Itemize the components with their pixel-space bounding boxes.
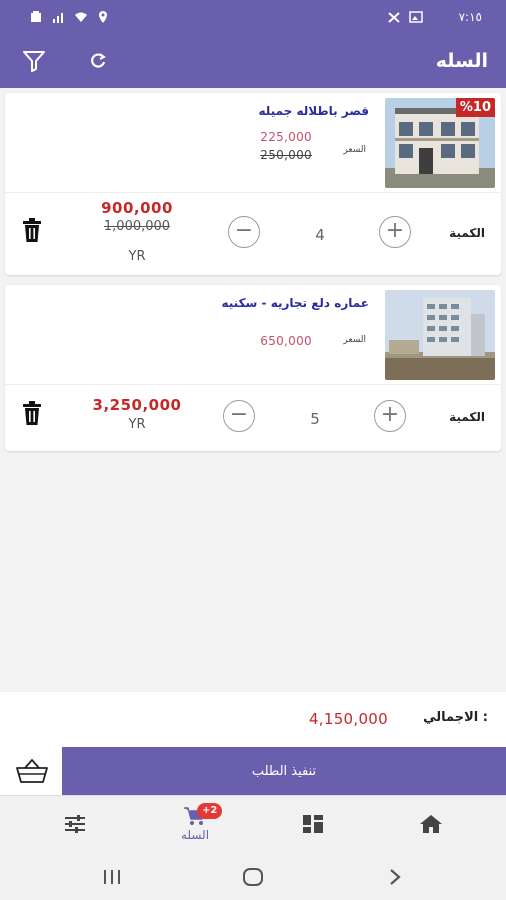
filter-icon bbox=[23, 50, 45, 72]
system-navigation bbox=[0, 853, 506, 900]
status-time: ٧:١٥ bbox=[458, 9, 482, 24]
unit-price: 650,000 bbox=[260, 334, 312, 348]
item-title[interactable]: عماره دلع تجاريه - سكنيه bbox=[222, 296, 370, 310]
bottom-navigation: +2 السله bbox=[0, 795, 506, 853]
refresh-icon bbox=[91, 52, 106, 68]
currency-label: YR bbox=[128, 249, 146, 264]
item-title[interactable]: قصر باطلاله جميله bbox=[259, 104, 369, 118]
nav-cart-label: السله bbox=[180, 828, 210, 842]
product-image[interactable] bbox=[385, 290, 495, 380]
cart-item-info: %10 قصر باطلاله جميله السعر 225,000 250,… bbox=[5, 93, 501, 193]
app-bar: السله bbox=[0, 33, 506, 88]
status-left-icons bbox=[30, 10, 110, 23]
quantity-label: الكمية bbox=[449, 226, 485, 240]
discount-badge: %10 bbox=[455, 98, 495, 117]
quantity-label: الكمية bbox=[449, 410, 485, 424]
cart-item-controls: الكمية + 5 − 3,250,000 YR bbox=[5, 385, 501, 451]
unit-old-price: 250,000 bbox=[260, 148, 312, 162]
trash-icon[interactable] bbox=[21, 217, 43, 243]
decrease-quantity-button[interactable]: − bbox=[228, 216, 260, 248]
back-icon[interactable] bbox=[375, 865, 415, 889]
recent-apps-icon[interactable] bbox=[92, 865, 132, 889]
minus-icon: − bbox=[229, 402, 249, 427]
price-label: السعر bbox=[343, 335, 366, 345]
home-button-icon[interactable] bbox=[233, 865, 273, 889]
refresh-button[interactable] bbox=[84, 47, 112, 75]
basket-icon[interactable] bbox=[14, 756, 50, 786]
status-bar: ٧:١٥ bbox=[0, 0, 506, 33]
wifi-icon bbox=[75, 12, 87, 22]
currency-label: YR bbox=[128, 417, 146, 432]
quantity-value: 5 bbox=[310, 410, 320, 428]
total-label: الاجمالي : bbox=[423, 710, 488, 725]
increase-quantity-button[interactable]: + bbox=[374, 400, 406, 432]
nav-cart[interactable]: +2 السله bbox=[155, 796, 235, 854]
status-right: ٧:١٥ bbox=[387, 10, 482, 24]
place-order-button[interactable]: تنفيذ الطلب bbox=[62, 747, 506, 795]
grid-icon bbox=[303, 815, 323, 833]
cart-item-controls: الكمية + 4 − 900,000 1,000,000 YR bbox=[5, 193, 501, 275]
app-bar-actions bbox=[20, 47, 112, 75]
increase-quantity-button[interactable]: + bbox=[379, 216, 411, 248]
cart-item: %10 قصر باطلاله جميله السعر 225,000 250,… bbox=[5, 93, 501, 275]
item-total: 900,000 bbox=[101, 199, 173, 217]
sliders-icon bbox=[65, 815, 85, 833]
minus-icon: − bbox=[234, 218, 254, 243]
trash-icon[interactable] bbox=[21, 400, 43, 426]
nav-home[interactable] bbox=[391, 796, 471, 854]
page-title: السله bbox=[435, 49, 488, 72]
cart-total-row: الاجمالي : 4,150,000 bbox=[0, 692, 506, 747]
price-label: السعر bbox=[343, 145, 366, 155]
plus-icon: + bbox=[385, 218, 405, 243]
decrease-quantity-button[interactable]: − bbox=[223, 400, 255, 432]
filter-button[interactable] bbox=[20, 47, 48, 75]
plus-icon: + bbox=[380, 402, 400, 427]
cart-item: عماره دلع تجاريه - سكنيه السعر 650,000 ا… bbox=[5, 285, 501, 451]
quantity-value: 4 bbox=[315, 226, 325, 244]
item-total: 3,250,000 bbox=[92, 396, 182, 414]
product-image[interactable]: %10 bbox=[385, 98, 495, 188]
home-icon bbox=[420, 815, 442, 833]
nav-categories[interactable] bbox=[273, 796, 353, 854]
item-old-total: 1,000,000 bbox=[103, 219, 171, 234]
image-icon bbox=[408, 10, 423, 23]
mute-icon bbox=[387, 11, 400, 23]
signal-icon bbox=[53, 12, 63, 23]
checkout-row: تنفيذ الطلب bbox=[0, 747, 506, 795]
unit-price: 225,000 bbox=[260, 130, 312, 144]
total-value: 4,150,000 bbox=[308, 710, 388, 728]
nav-settings[interactable] bbox=[35, 796, 115, 854]
building-photo bbox=[385, 290, 495, 380]
location-icon bbox=[99, 10, 107, 23]
storage-icon bbox=[31, 10, 41, 22]
cart-count-badge: +2 bbox=[197, 803, 223, 819]
cart-item-info: عماره دلع تجاريه - سكنيه السعر 650,000 bbox=[5, 285, 501, 385]
